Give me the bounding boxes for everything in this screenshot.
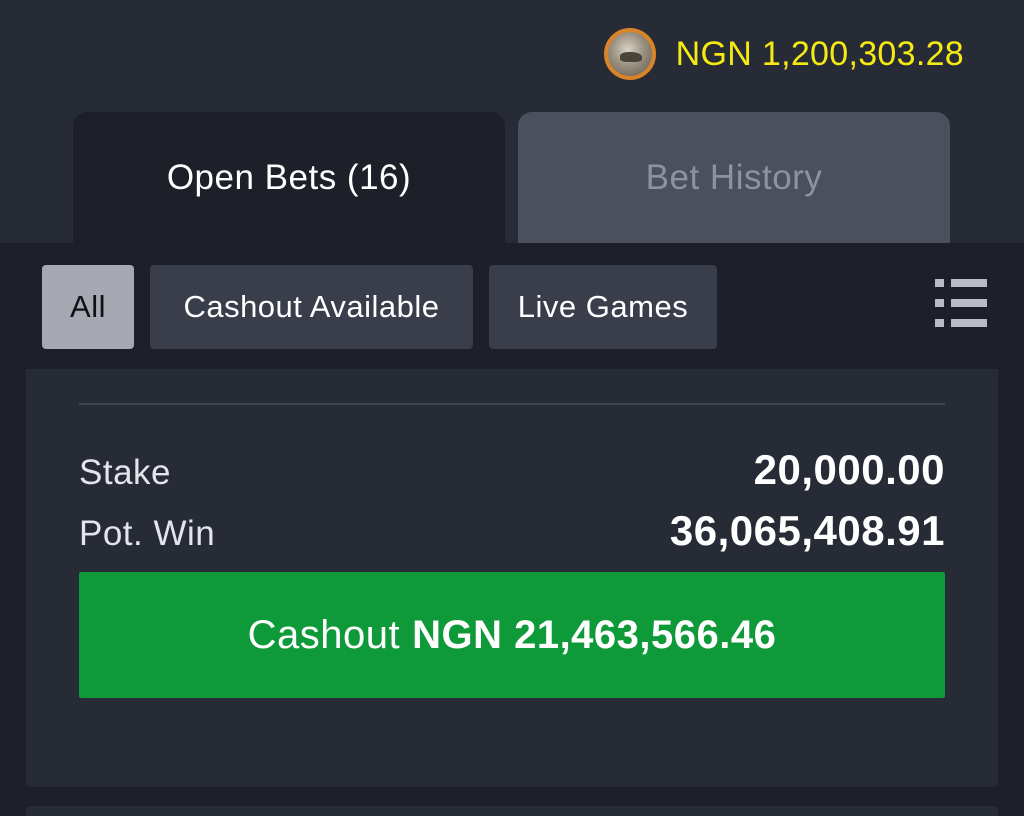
bet-card: Stake 20,000.00 Pot. Win 36,065,408.91 C…	[26, 369, 998, 787]
filter-chips: All Cashout Available Live Games	[42, 265, 717, 349]
bets-content: All Cashout Available Live Games Stake 2…	[0, 243, 1024, 816]
potential-win-row: Pot. Win 36,065,408.91	[79, 507, 945, 555]
balance-amount: NGN 1,200,303.28	[675, 34, 964, 73]
stake-row: Stake 20,000.00	[79, 446, 945, 494]
bets-tabs: Open Bets (16) Bet History	[73, 112, 950, 244]
list-view-icon[interactable]	[935, 279, 987, 331]
balance-display: NGN 1,200,303.28	[603, 28, 964, 80]
divider	[79, 403, 945, 405]
user-avatar-icon[interactable]	[603, 28, 656, 80]
potential-win-label: Pot. Win	[79, 514, 216, 553]
next-bet-card	[26, 806, 998, 816]
bets-page: NGN 1,200,303.28 Open Bets (16) Bet Hist…	[0, 0, 1024, 816]
filter-cashout-available-button[interactable]: Cashout Available	[150, 265, 473, 349]
filter-all-button[interactable]: All	[42, 265, 134, 349]
cashout-label: Cashout	[247, 612, 401, 657]
filter-live-games-button[interactable]: Live Games	[489, 265, 717, 349]
cashout-amount: NGN 21,463,566.46	[412, 612, 777, 657]
tab-open-bets[interactable]: Open Bets (16)	[73, 112, 505, 244]
potential-win-value: 36,065,408.91	[669, 507, 945, 554]
stake-value: 20,000.00	[753, 446, 945, 493]
tab-bet-history[interactable]: Bet History	[518, 112, 950, 244]
cashout-button[interactable]: Cashout NGN 21,463,566.46	[79, 572, 945, 698]
stake-label: Stake	[79, 453, 171, 492]
